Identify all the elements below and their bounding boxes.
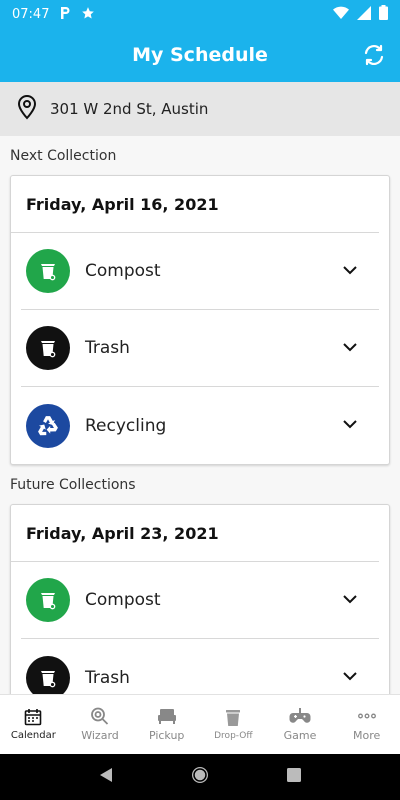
collection-date: Friday, April 16, 2021: [11, 176, 379, 233]
status-time: 07:47: [12, 6, 50, 22]
future-collection-card: Friday, April 23, 2021 Compost Trash: [10, 504, 390, 694]
row-label: Compost: [85, 261, 161, 281]
address-text: 301 W 2nd St, Austin: [50, 100, 209, 118]
more-dots-icon: [357, 713, 376, 719]
battery-icon: [379, 5, 388, 23]
nav-item-calendar[interactable]: Calendar: [0, 695, 67, 754]
nav-label: Drop-Off: [214, 730, 253, 741]
recycling-icon: [26, 403, 70, 448]
nav-label: Wizard: [81, 729, 119, 742]
collection-row-compost[interactable]: Compost: [21, 233, 379, 310]
row-label: Trash: [85, 667, 130, 688]
nav-label: Pickup: [148, 729, 185, 742]
nav-label: Calendar: [10, 730, 56, 741]
future-collections-heading: Future Collections: [10, 477, 136, 493]
compost-bin-icon: [26, 578, 70, 622]
schedule-content[interactable]: Next Collection Friday, April 16, 2021 C…: [0, 136, 400, 694]
chevron-down-icon[interactable]: [341, 590, 359, 608]
back-button[interactable]: [98, 767, 114, 788]
couch-icon: [157, 709, 176, 724]
chevron-down-icon[interactable]: [341, 415, 359, 433]
home-circle-icon: [192, 766, 208, 783]
nav-label: More: [353, 729, 381, 742]
bottom-nav: Calendar Wizard Pickup Drop-Off Game Mor…: [0, 694, 400, 754]
chevron-down-icon[interactable]: [341, 261, 359, 279]
collection-row-recycling[interactable]: Recycling: [21, 387, 379, 464]
chevron-down-icon[interactable]: [341, 338, 359, 356]
nav-item-drop-off[interactable]: Drop-Off: [200, 695, 267, 754]
nav-item-wizard[interactable]: Wizard: [67, 695, 134, 754]
nav-label: Game: [283, 729, 317, 742]
row-label: Recycling: [85, 415, 167, 436]
nav-item-pickup[interactable]: Pickup: [133, 695, 200, 754]
home-button[interactable]: [190, 765, 210, 790]
wifi-icon: [333, 6, 349, 23]
address-bar[interactable]: 301 W 2nd St, Austin: [0, 82, 400, 136]
status-bar: 07:47: [0, 0, 400, 28]
recents-button[interactable]: [286, 767, 302, 788]
row-label: Compost: [85, 590, 161, 610]
row-label: Trash: [85, 338, 130, 358]
signal-icon: [357, 5, 371, 23]
location-pin-icon: [16, 94, 38, 125]
nav-item-game[interactable]: Game: [267, 695, 334, 754]
collection-row-trash[interactable]: Trash: [21, 310, 379, 387]
recents-square-icon: [287, 767, 301, 782]
refresh-button[interactable]: [362, 43, 386, 67]
next-collection-heading: Next Collection: [10, 148, 117, 164]
nav-item-more[interactable]: More: [333, 695, 400, 754]
gamepad-icon: [289, 708, 311, 723]
collection-row-compost[interactable]: Compost: [21, 562, 379, 639]
app-bar: My Schedule: [0, 28, 400, 82]
p-notification-icon: [59, 6, 71, 23]
trash-bin-icon: [26, 655, 70, 694]
collection-row-trash[interactable]: Trash: [21, 639, 379, 694]
page-title: My Schedule: [132, 44, 268, 66]
search-icon: [91, 707, 109, 725]
bin-drop-icon: [226, 709, 241, 726]
star-icon: [81, 6, 95, 23]
next-collection-card: Friday, April 16, 2021 Compost Trash Rec…: [10, 175, 390, 465]
refresh-icon: [364, 44, 384, 66]
calendar-icon: [25, 709, 42, 726]
trash-bin-icon: [26, 326, 70, 370]
collection-date: Friday, April 23, 2021: [11, 505, 379, 562]
system-nav-bar: [0, 754, 400, 800]
back-triangle-icon: [100, 767, 112, 782]
chevron-down-icon[interactable]: [341, 667, 359, 685]
compost-bin-icon: [26, 249, 70, 293]
